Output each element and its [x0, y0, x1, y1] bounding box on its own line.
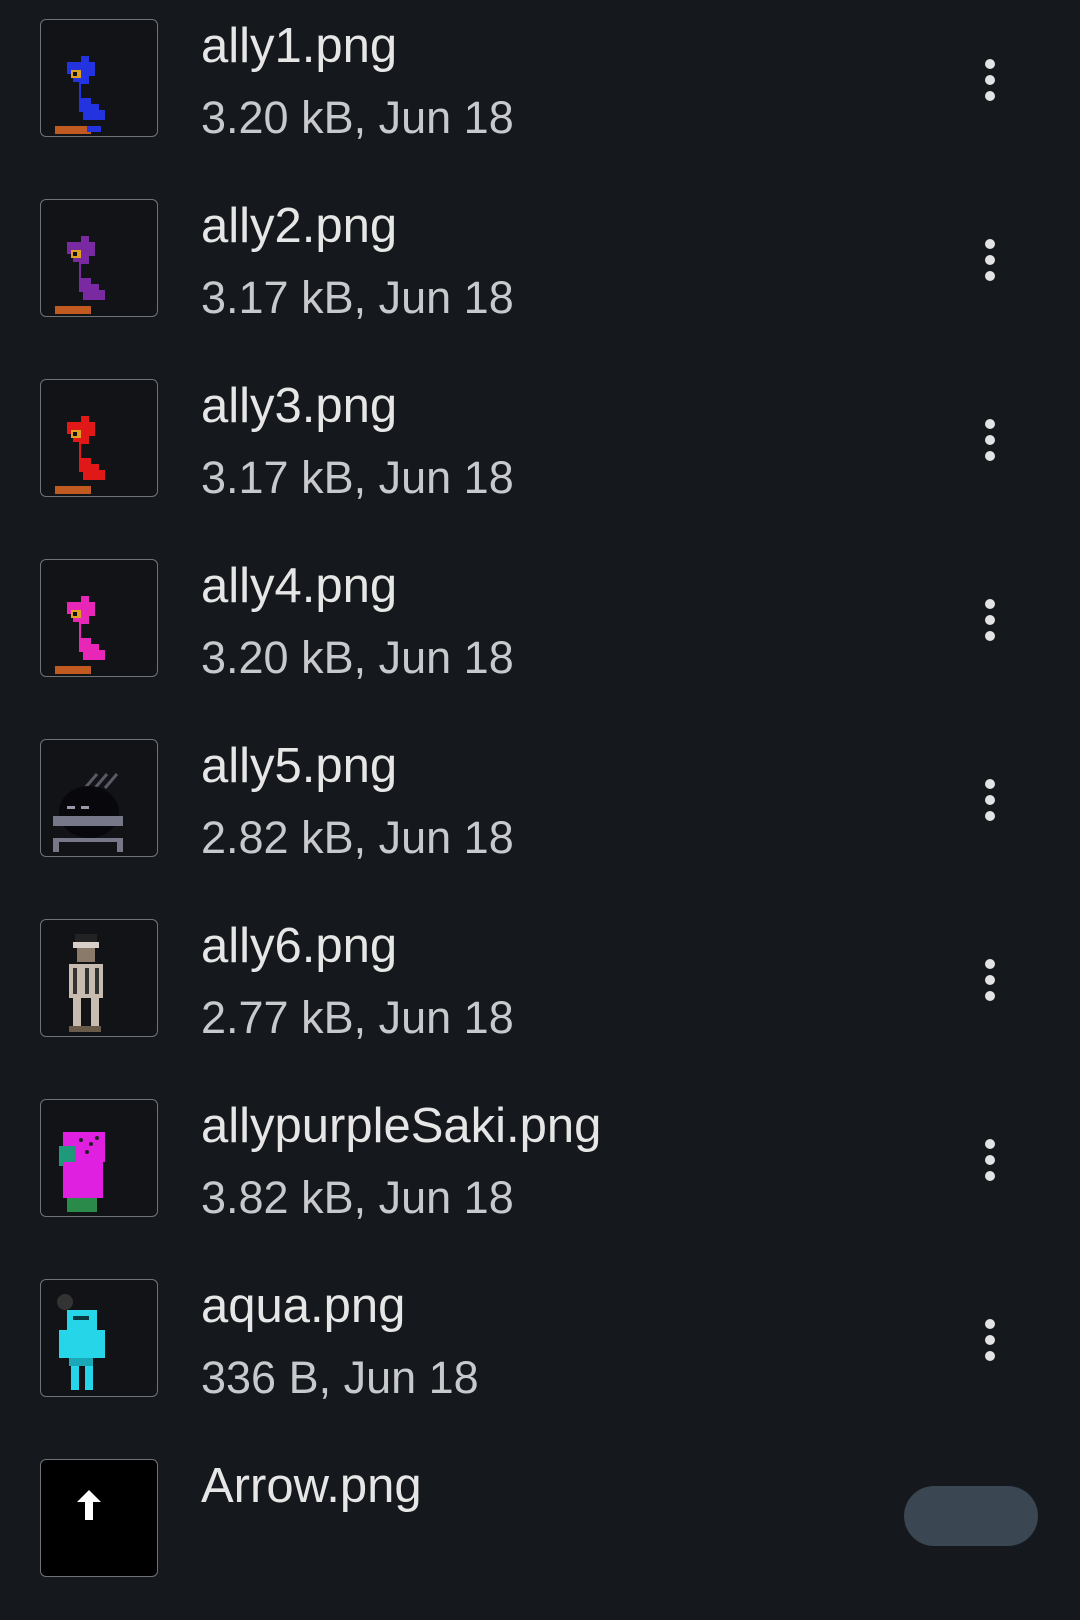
- file-row[interactable]: aqua.png 336 B, Jun 18: [0, 1260, 1080, 1440]
- file-name: ally2.png: [201, 199, 398, 253]
- file-size-date: 2.82 kB, Jun 18: [201, 812, 514, 863]
- file-size-date: 3.82 kB, Jun 18: [201, 1172, 514, 1223]
- more-vert-icon: [985, 59, 995, 69]
- pink-character-thumbnail: [55, 596, 105, 674]
- file-row[interactable]: ally6.png 2.77 kB, Jun 18: [0, 900, 1080, 1080]
- file-name: Arrow.png: [201, 1459, 422, 1513]
- file-list: ally1.png 3.20 kB, Jun 18 ally2.png 3.17…: [0, 0, 1080, 1620]
- file-thumbnail[interactable]: [40, 559, 158, 677]
- more-vert-icon: [985, 1139, 995, 1149]
- more-vert-icon: [985, 1319, 995, 1329]
- blue-character-thumbnail: [55, 56, 105, 134]
- file-thumbnail[interactable]: [40, 379, 158, 497]
- file-row[interactable]: ally1.png 3.20 kB, Jun 18: [0, 0, 1080, 180]
- file-thumbnail[interactable]: [40, 1099, 158, 1217]
- file-size-date: 336 B, Jun 18: [201, 1352, 479, 1403]
- file-thumbnail[interactable]: [40, 199, 158, 317]
- file-row[interactable]: ally4.png 3.20 kB, Jun 18: [0, 540, 1080, 720]
- file-thumbnail[interactable]: [40, 739, 158, 857]
- more-options-button[interactable]: [964, 1312, 1016, 1368]
- file-name: ally4.png: [201, 559, 398, 613]
- file-row[interactable]: ally3.png 3.17 kB, Jun 18: [0, 360, 1080, 540]
- more-options-button[interactable]: [964, 772, 1016, 828]
- more-options-button[interactable]: [964, 232, 1016, 288]
- aqua-character-thumbnail: [57, 1294, 105, 1390]
- more-options-button[interactable]: [964, 412, 1016, 468]
- file-size-date: 2.77 kB, Jun 18: [201, 992, 514, 1043]
- file-name: ally5.png: [201, 739, 398, 793]
- more-vert-icon: [985, 779, 995, 789]
- dark-robot-thumbnail: [53, 773, 123, 852]
- file-size-date: 3.17 kB, Jun 18: [201, 272, 514, 323]
- file-row[interactable]: allypurpleSaki.png 3.82 kB, Jun 18: [0, 1080, 1080, 1260]
- file-size-date: 3.20 kB, Jun 18: [201, 92, 514, 143]
- file-size-date: 3.20 kB, Jun 18: [201, 632, 514, 683]
- red-character-thumbnail: [55, 416, 105, 494]
- skeleton-character-thumbnail: [69, 934, 103, 1032]
- file-name: allypurpleSaki.png: [201, 1099, 602, 1153]
- file-row[interactable]: ally2.png 3.17 kB, Jun 18: [0, 180, 1080, 360]
- magenta-character-thumbnail: [59, 1132, 105, 1212]
- more-options-button[interactable]: [964, 952, 1016, 1008]
- more-options-button[interactable]: [964, 52, 1016, 108]
- more-vert-icon: [985, 239, 995, 249]
- file-name: ally1.png: [201, 19, 398, 73]
- more-vert-icon: [985, 599, 995, 609]
- file-thumbnail[interactable]: [40, 19, 158, 137]
- file-name: aqua.png: [201, 1279, 406, 1333]
- floating-action-button[interactable]: [904, 1486, 1038, 1546]
- more-options-button[interactable]: [964, 1132, 1016, 1188]
- more-vert-icon: [985, 959, 995, 969]
- file-thumbnail[interactable]: [40, 919, 158, 1037]
- file-name: ally6.png: [201, 919, 398, 973]
- file-thumbnail[interactable]: [40, 1279, 158, 1397]
- more-vert-icon: [985, 419, 995, 429]
- more-options-button[interactable]: [964, 592, 1016, 648]
- purple-character-thumbnail: [55, 236, 105, 314]
- file-name: ally3.png: [201, 379, 398, 433]
- file-size-date: 3.17 kB, Jun 18: [201, 452, 514, 503]
- file-row[interactable]: ally5.png 2.82 kB, Jun 18: [0, 720, 1080, 900]
- file-thumbnail[interactable]: [40, 1459, 158, 1577]
- arrow-thumbnail: [77, 1490, 101, 1520]
